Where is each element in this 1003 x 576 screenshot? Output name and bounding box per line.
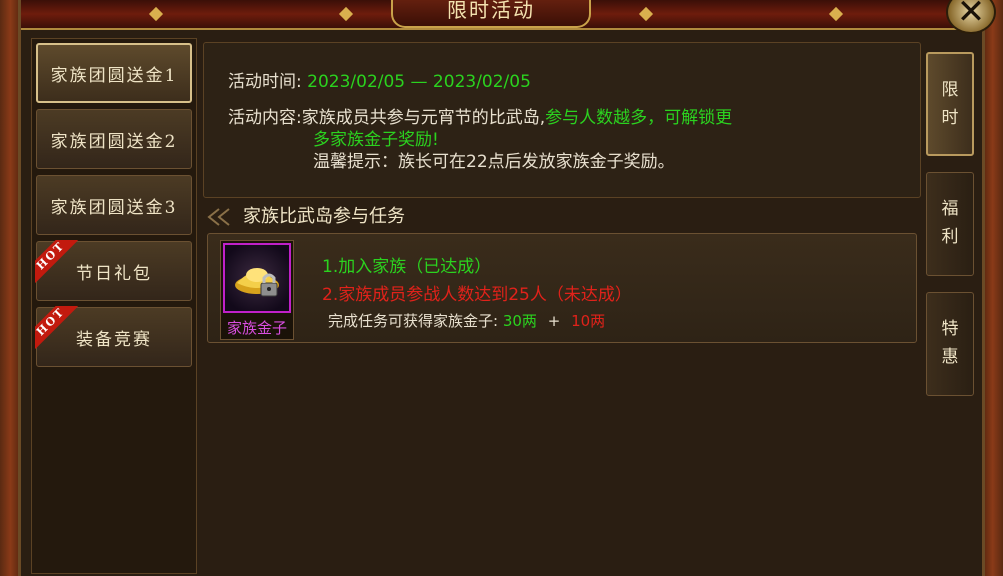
sidebar-item-label: 家族团圆送金3 xyxy=(50,197,178,218)
task-goal-1: 1.加入家族（已达成） xyxy=(322,257,492,277)
sidebar-item-equipment-contest[interactable]: HOT 装备竞赛 xyxy=(35,306,192,367)
hot-badge: HOT xyxy=(35,240,79,284)
gold-ingot-lock-icon xyxy=(223,243,291,313)
activity-time-row: 活动时间: 2023/02/05 — 2023/02/05 xyxy=(228,67,531,92)
tab-special-offer[interactable]: 特惠 xyxy=(926,292,974,396)
activity-info-panel: 活动时间: 2023/02/05 — 2023/02/05 活动内容:家族成员共… xyxy=(203,42,921,198)
task-reward-label: 完成任务可获得家族金子: xyxy=(328,312,499,330)
activity-content-highlight: 参与人数越多，可解锁更 xyxy=(545,108,733,128)
task-reward-row: 完成任务可获得家族金子: 30两 + 10两 xyxy=(328,310,605,331)
activity-content-row: 活动内容:家族成员共参与元宵节的比武岛,参与人数越多，可解锁更 xyxy=(228,103,732,128)
title-bar: 限时活动 xyxy=(21,0,982,30)
task-reward-plus: + xyxy=(547,312,561,330)
tab-label: 福利 xyxy=(941,199,959,247)
title-plate: 限时活动 xyxy=(391,0,591,28)
window-title: 限时活动 xyxy=(447,0,535,22)
ornament-diamond-icon xyxy=(338,6,354,22)
chevron-left-icon xyxy=(207,208,230,226)
ornament-diamond-icon xyxy=(638,6,654,22)
reward-item-slot[interactable]: 家族金子 xyxy=(220,240,294,340)
sidebar-item-label: 节日礼包 xyxy=(76,263,152,284)
reward-item-name: 家族金子 xyxy=(226,319,287,337)
activity-time-value: 2023/02/05 — 2023/02/05 xyxy=(307,72,531,92)
task-section-header: 家族比武岛参与任务 xyxy=(207,204,921,230)
tab-label: 特惠 xyxy=(941,319,959,367)
task-reward-base: 30两 xyxy=(502,312,537,330)
task-reward-extra: 10两 xyxy=(571,312,606,330)
task-section-title: 家族比武岛参与任务 xyxy=(243,206,405,227)
sidebar-item-festival-pack[interactable]: HOT 节日礼包 xyxy=(35,240,192,301)
activity-sidebar: 家族团圆送金1 家族团圆送金2 家族团圆送金3 HOT 节日礼包 HOT 装备竞… xyxy=(31,38,197,574)
sidebar-item-family-gold-2[interactable]: 家族团圆送金2 xyxy=(36,109,192,169)
event-window: 限时活动 ✕ 家族团圆送金1 家族团圆送金2 家族团圆送金3 HOT 节日礼包 … xyxy=(18,0,996,576)
sidebar-item-label: 装备竞赛 xyxy=(76,329,152,350)
sidebar-item-family-gold-3[interactable]: 家族团圆送金3 xyxy=(36,175,192,235)
sidebar-item-label: 家族团圆送金1 xyxy=(50,65,178,86)
sidebar-item-family-gold-1[interactable]: 家族团圆送金1 xyxy=(36,43,192,103)
tab-limited[interactable]: 限时 xyxy=(926,52,974,156)
task-goal-2: 2.家族成员参战人数达到25人（未达成） xyxy=(322,285,632,305)
ornament-diamond-icon xyxy=(148,6,164,22)
sidebar-item-label: 家族团圆送金2 xyxy=(50,131,178,152)
task-panel: 家族金子 1.加入家族（已达成） 2.家族成员参战人数达到25人（未达成） 完成… xyxy=(207,233,917,343)
tab-welfare[interactable]: 福利 xyxy=(926,172,974,276)
activity-time-label: 活动时间: xyxy=(228,72,302,92)
hot-badge: HOT xyxy=(35,306,79,350)
tab-label: 限时 xyxy=(941,80,959,128)
ornament-diamond-icon xyxy=(828,6,844,22)
activity-content-label: 活动内容: xyxy=(228,108,302,128)
activity-tip: 温馨提示：族长可在22点后发放家族金子奖励。 xyxy=(313,152,675,172)
close-icon: ✕ xyxy=(956,0,986,32)
